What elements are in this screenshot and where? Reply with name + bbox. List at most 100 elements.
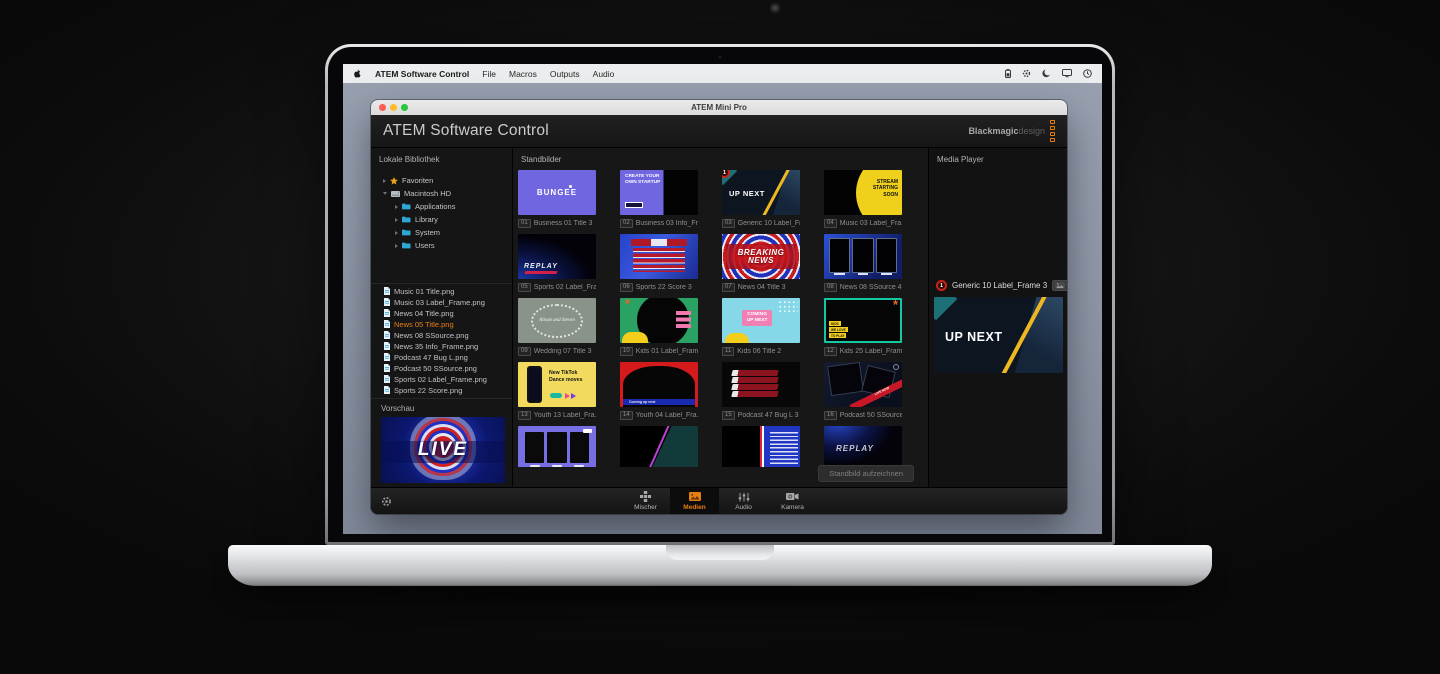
still-thumbnail-art[interactable]: REPLAY bbox=[518, 234, 596, 279]
still-item-07[interactable]: BREAKING NEWS07News 04 Title 3 bbox=[722, 234, 800, 292]
file-item[interactable]: Sports 02 Label_Frame.png bbox=[371, 374, 512, 385]
still-item-16[interactable]: LIVE NOW16Podcast 50 SSource 4 bbox=[824, 362, 902, 420]
disclosure-chevron-icon[interactable] bbox=[395, 244, 398, 248]
disclosure-chevron-icon[interactable] bbox=[395, 231, 398, 235]
menubar-app-name[interactable]: ATEM Software Control bbox=[375, 69, 469, 79]
laptop-bezel: ATEM Software Control File Macros Outputs A… bbox=[328, 47, 1112, 542]
gear-icon[interactable] bbox=[1022, 69, 1031, 78]
file-icon bbox=[384, 375, 390, 385]
still-thumbnail-art[interactable]: *KIDSWE LOVETO PLAY bbox=[824, 298, 902, 343]
menubar-menu-outputs[interactable]: Outputs bbox=[550, 69, 580, 79]
media-select-button[interactable] bbox=[1052, 280, 1067, 291]
disclosure-chevron-icon[interactable] bbox=[395, 218, 398, 222]
still-item-06[interactable]: 06Sports 22 Score 3 bbox=[620, 234, 698, 292]
sidebar-tree-item-favoriten[interactable]: Favoriten bbox=[371, 174, 512, 187]
disclosure-chevron-icon[interactable] bbox=[383, 192, 387, 195]
laptop-shadow bbox=[170, 584, 1270, 610]
sidebar-tree-item-macintosh-hd[interactable]: Macintosh HD bbox=[371, 187, 512, 200]
still-item-12[interactable]: *KIDSWE LOVETO PLAY12Kids 25 Label_Frame… bbox=[824, 298, 902, 356]
still-thumbnail-art[interactable]: CREATE YOUR OWN STARTUP bbox=[620, 170, 698, 215]
still-number: 01 bbox=[518, 219, 531, 228]
still-thumbnail-art[interactable]: Coming up next bbox=[620, 362, 698, 407]
still-item-02[interactable]: CREATE YOUR OWN STARTUP02Business 03 Inf… bbox=[620, 170, 698, 228]
display-icon[interactable] bbox=[1062, 69, 1072, 78]
menubar-menu-macros[interactable]: Macros bbox=[509, 69, 537, 79]
still-thumbnail-art[interactable]: BREAKING NEWS bbox=[722, 234, 800, 279]
still-thumbnail-art[interactable] bbox=[518, 426, 596, 467]
still-item-04[interactable]: STREAM STARTING SOON04Music 03 Label_Fra… bbox=[824, 170, 902, 228]
window-titlebar: ATEM Mini Pro bbox=[371, 100, 1067, 115]
still-item-05[interactable]: REPLAY05Sports 02 Label_Fra... bbox=[518, 234, 596, 292]
apple-icon[interactable] bbox=[353, 69, 362, 79]
still-item-partial[interactable] bbox=[620, 426, 698, 467]
still-item-partial[interactable] bbox=[722, 426, 800, 467]
thumbnail-art-text: Alison and Steven bbox=[539, 318, 575, 323]
preview-thumbnail: LIVE bbox=[381, 417, 505, 483]
battery-icon[interactable] bbox=[1005, 69, 1011, 78]
still-thumbnail-art[interactable]: 1UP NEXT bbox=[722, 170, 800, 215]
still-item-11[interactable]: COMING UP NEXT11Kids 06 Title 2 bbox=[722, 298, 800, 356]
capture-still-button[interactable]: Standbild aufzeichnen bbox=[818, 465, 914, 482]
file-icon bbox=[384, 331, 390, 341]
file-item[interactable]: News 04 Title.png bbox=[371, 308, 512, 319]
still-thumbnail-art[interactable]: Alison and Steven bbox=[518, 298, 596, 343]
media-player-title: Media Player bbox=[929, 148, 1067, 168]
still-label: Generic 10 Label_Fr... bbox=[738, 220, 800, 227]
file-item[interactable]: Sports 22 Score.png bbox=[371, 385, 512, 396]
still-thumbnail-art[interactable]: * bbox=[620, 298, 698, 343]
tab-audio[interactable]: Audio bbox=[719, 488, 768, 514]
window-title: ATEM Mini Pro bbox=[371, 103, 1067, 112]
still-item-10[interactable]: *10Kids 01 Label_Frame 2 bbox=[620, 298, 698, 356]
menubar-menu-file[interactable]: File bbox=[482, 69, 496, 79]
file-item[interactable]: News 35 Info_Frame.png bbox=[371, 341, 512, 352]
still-label: Kids 01 Label_Frame 2 bbox=[636, 348, 698, 355]
file-icon bbox=[384, 298, 390, 308]
file-item[interactable]: Podcast 47 Bug L.png bbox=[371, 352, 512, 363]
still-thumbnail-art[interactable]: LIVE NOW bbox=[824, 362, 902, 407]
still-item-partial[interactable]: REPLAY bbox=[824, 426, 902, 467]
tree-item-label: Applications bbox=[415, 202, 455, 211]
sidebar-tree-item-library[interactable]: Library bbox=[371, 213, 512, 226]
file-item[interactable]: Music 01 Title.png bbox=[371, 286, 512, 297]
still-item-14[interactable]: Coming up next14Youth 04 Label_Fra... bbox=[620, 362, 698, 420]
tab-mischer[interactable]: Mischer bbox=[621, 488, 670, 514]
still-number: 06 bbox=[620, 283, 633, 292]
file-item[interactable]: Music 03 Label_Frame.png bbox=[371, 297, 512, 308]
still-thumbnail-art[interactable] bbox=[824, 234, 902, 279]
still-item-15[interactable]: 15Podcast 47 Bug L 3 bbox=[722, 362, 800, 420]
menubar-menu-audio[interactable]: Audio bbox=[593, 69, 615, 79]
tab-kamera[interactable]: Kamera bbox=[768, 488, 817, 514]
still-thumbnail-art[interactable] bbox=[722, 426, 800, 467]
file-item[interactable]: News 05 Title.png bbox=[371, 319, 512, 330]
still-thumbnail-art[interactable]: REPLAY bbox=[824, 426, 902, 467]
still-thumbnail-art[interactable]: New TikTok Dance moves bbox=[518, 362, 596, 407]
sidebar-tree-item-users[interactable]: Users bbox=[371, 239, 512, 252]
tab-medien[interactable]: Medien bbox=[670, 488, 719, 514]
still-item-01[interactable]: BUNGEE01Business 01 Title 3 bbox=[518, 170, 596, 228]
sidebar-tree-item-applications[interactable]: Applications bbox=[371, 200, 512, 213]
still-thumbnail-art[interactable]: BUNGEE bbox=[518, 170, 596, 215]
still-item-08[interactable]: 08News 08 SSource 4 bbox=[824, 234, 902, 292]
still-item-13[interactable]: New TikTok Dance moves13Youth 13 Label_F… bbox=[518, 362, 596, 420]
still-thumbnail-art[interactable]: STREAM STARTING SOON bbox=[824, 170, 902, 215]
still-thumbnail-art[interactable] bbox=[620, 234, 698, 279]
file-item[interactable]: News 08 SSource.png bbox=[371, 330, 512, 341]
laptop-screen-frame: ATEM Software Control File Macros Outputs A… bbox=[325, 44, 1115, 545]
still-item-03[interactable]: 1UP NEXT03Generic 10 Label_Fr... bbox=[722, 170, 800, 228]
file-item[interactable]: Podcast 50 SSource.png bbox=[371, 363, 512, 374]
still-item-09[interactable]: Alison and Steven09Wedding 07 Title 3 bbox=[518, 298, 596, 356]
still-item-partial[interactable] bbox=[518, 426, 596, 467]
macos-desktop: ATEM Software Control File Macros Outputs A… bbox=[343, 64, 1102, 534]
sidebar-tree-item-system[interactable]: System bbox=[371, 226, 512, 239]
disclosure-chevron-icon[interactable] bbox=[395, 205, 398, 209]
still-thumbnail-art[interactable] bbox=[722, 362, 800, 407]
moon-icon[interactable] bbox=[1042, 69, 1051, 78]
still-thumbnail-art[interactable] bbox=[620, 426, 698, 467]
settings-gear-icon[interactable] bbox=[381, 488, 392, 514]
file-icon bbox=[384, 353, 390, 363]
disclosure-chevron-icon[interactable] bbox=[383, 179, 386, 183]
blackmagic-brand: Blackmagicdesign bbox=[968, 120, 1055, 143]
clock-icon[interactable] bbox=[1083, 69, 1092, 78]
media-player-panel: Media Player 1 Generic 10 Label_Frame 3 bbox=[928, 148, 1067, 487]
still-thumbnail-art[interactable]: COMING UP NEXT bbox=[722, 298, 800, 343]
